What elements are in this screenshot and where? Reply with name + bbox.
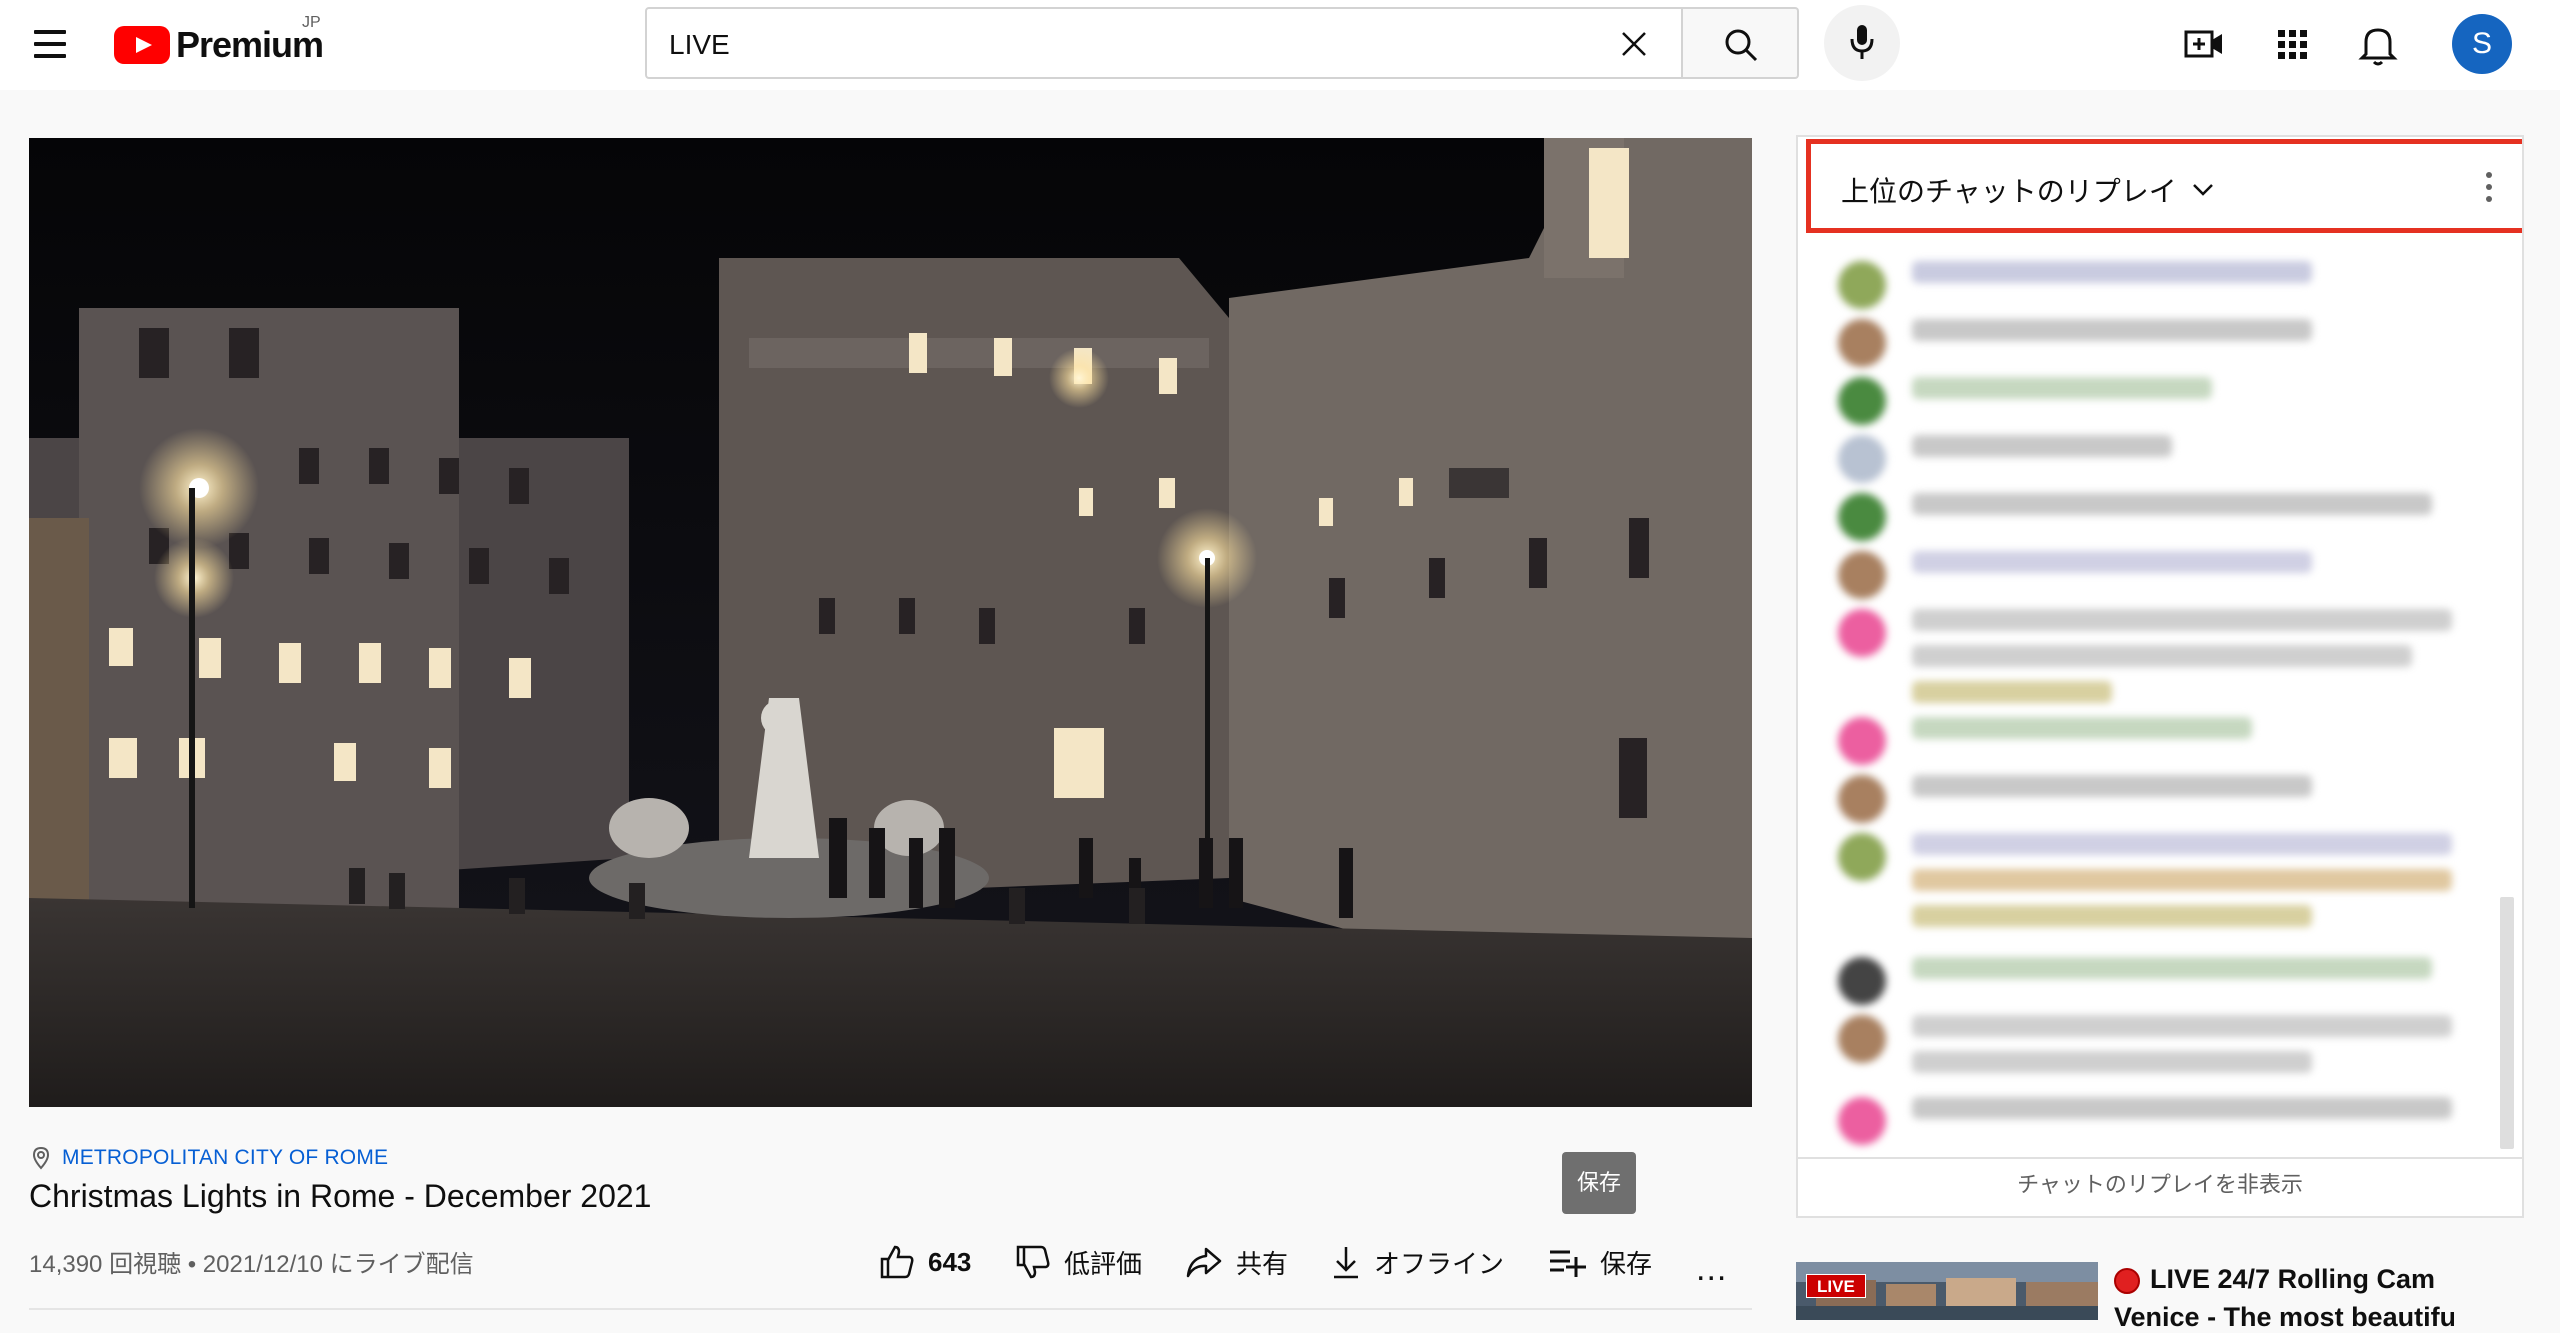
thumbs-up-icon (880, 1245, 914, 1279)
download-icon (1334, 1247, 1358, 1279)
share-button[interactable]: 共有 (1184, 1240, 1288, 1284)
apps-icon[interactable] (2264, 16, 2320, 72)
youtube-play-icon (114, 26, 170, 64)
chevron-down-icon (2192, 184, 2213, 196)
location-link[interactable]: METROPOLITAN CITY OF ROME (32, 1146, 388, 1170)
chat-more-options-icon[interactable] (2483, 170, 2493, 206)
chat-message (1838, 1015, 2452, 1087)
live-chat-replay-panel: 上位のチャットのリプレイ チャットのリプレイを非表示 (1796, 135, 2524, 1218)
chat-mode-dropdown[interactable]: 上位のチャットのリプレイ (1841, 170, 2215, 210)
logo-text: Premium (176, 24, 324, 65)
chat-message (1838, 957, 2432, 1005)
dislike-label: 低評価 (1064, 1248, 1143, 1279)
share-label: 共有 (1236, 1248, 1289, 1279)
chat-message (1838, 1097, 2452, 1145)
search-icon (1725, 29, 1758, 62)
live-badge: LIVE (1806, 1274, 1866, 1298)
create-video-icon[interactable] (2176, 16, 2232, 72)
live-red-dot-icon (2114, 1268, 2140, 1294)
country-code: JP (302, 14, 321, 31)
thumbs-down-icon (1016, 1245, 1050, 1279)
account-avatar[interactable]: S (2452, 14, 2512, 74)
chat-message (1838, 435, 2172, 483)
recommended-video-title[interactable]: LIVE 24/7 Rolling Cam (2150, 1264, 2435, 1295)
divider (29, 1308, 1752, 1310)
download-button[interactable]: オフライン (1330, 1240, 1504, 1284)
chat-message (1838, 261, 2312, 309)
chat-title: 上位のチャットのリプレイ (1841, 176, 2177, 207)
youtube-premium-logo[interactable]: Premium (114, 20, 324, 70)
video-view-count-date: 14,390 回視聴 • 2021/12/10 にライブ配信 (29, 1251, 474, 1278)
chat-message (1838, 551, 2312, 599)
video-title: Christmas Lights in Rome - December 2021 (29, 1178, 652, 1214)
recommended-video-title-line2[interactable]: Venice - The most beautiful Li (2114, 1302, 2454, 1333)
chat-message (1838, 377, 2212, 425)
playlist-add-icon (1550, 1250, 1586, 1277)
voice-search-button[interactable] (1824, 5, 1900, 81)
chat-message (1838, 609, 2452, 717)
microphone-icon (1850, 25, 1874, 59)
chat-message (1838, 319, 2312, 367)
chat-header-highlighted: 上位のチャットのリプレイ (1806, 139, 2522, 233)
like-button[interactable]: 643 (878, 1240, 971, 1284)
download-label: オフライン (1374, 1248, 1505, 1279)
chat-message (1838, 775, 2312, 823)
search-button[interactable] (1683, 7, 1799, 79)
more-actions-button[interactable]: ... (1696, 1250, 1727, 1289)
clear-search-icon[interactable] (1617, 27, 1651, 61)
location-pin-icon (32, 1146, 50, 1170)
like-count: 643 (928, 1246, 972, 1277)
dislike-button[interactable]: 低評価 (1014, 1240, 1142, 1284)
search-input[interactable]: LIVE (645, 7, 1683, 79)
save-button[interactable]: 保存 (1548, 1240, 1652, 1284)
chat-message (1838, 717, 2252, 765)
masthead: Premium JP LIVE S (0, 0, 2560, 90)
chat-message (1838, 493, 2432, 541)
video-player[interactable] (29, 138, 1752, 1107)
hide-chat-replay-button[interactable]: チャットのリプレイを非表示 (1798, 1157, 2522, 1216)
video-frame-rome-piazza (29, 138, 1752, 1107)
chat-message (1838, 833, 2452, 941)
save-tooltip: 保存 (1562, 1152, 1636, 1214)
share-icon (1186, 1247, 1222, 1278)
location-text: METROPOLITAN CITY OF ROME (62, 1146, 389, 1169)
menu-icon[interactable] (26, 24, 74, 64)
chat-scrollbar[interactable] (2500, 897, 2514, 1149)
chat-messages-blurred (1798, 239, 2522, 1149)
save-label: 保存 (1600, 1248, 1653, 1279)
notifications-bell-icon[interactable] (2350, 16, 2406, 72)
search-input-value: LIVE (669, 29, 730, 60)
